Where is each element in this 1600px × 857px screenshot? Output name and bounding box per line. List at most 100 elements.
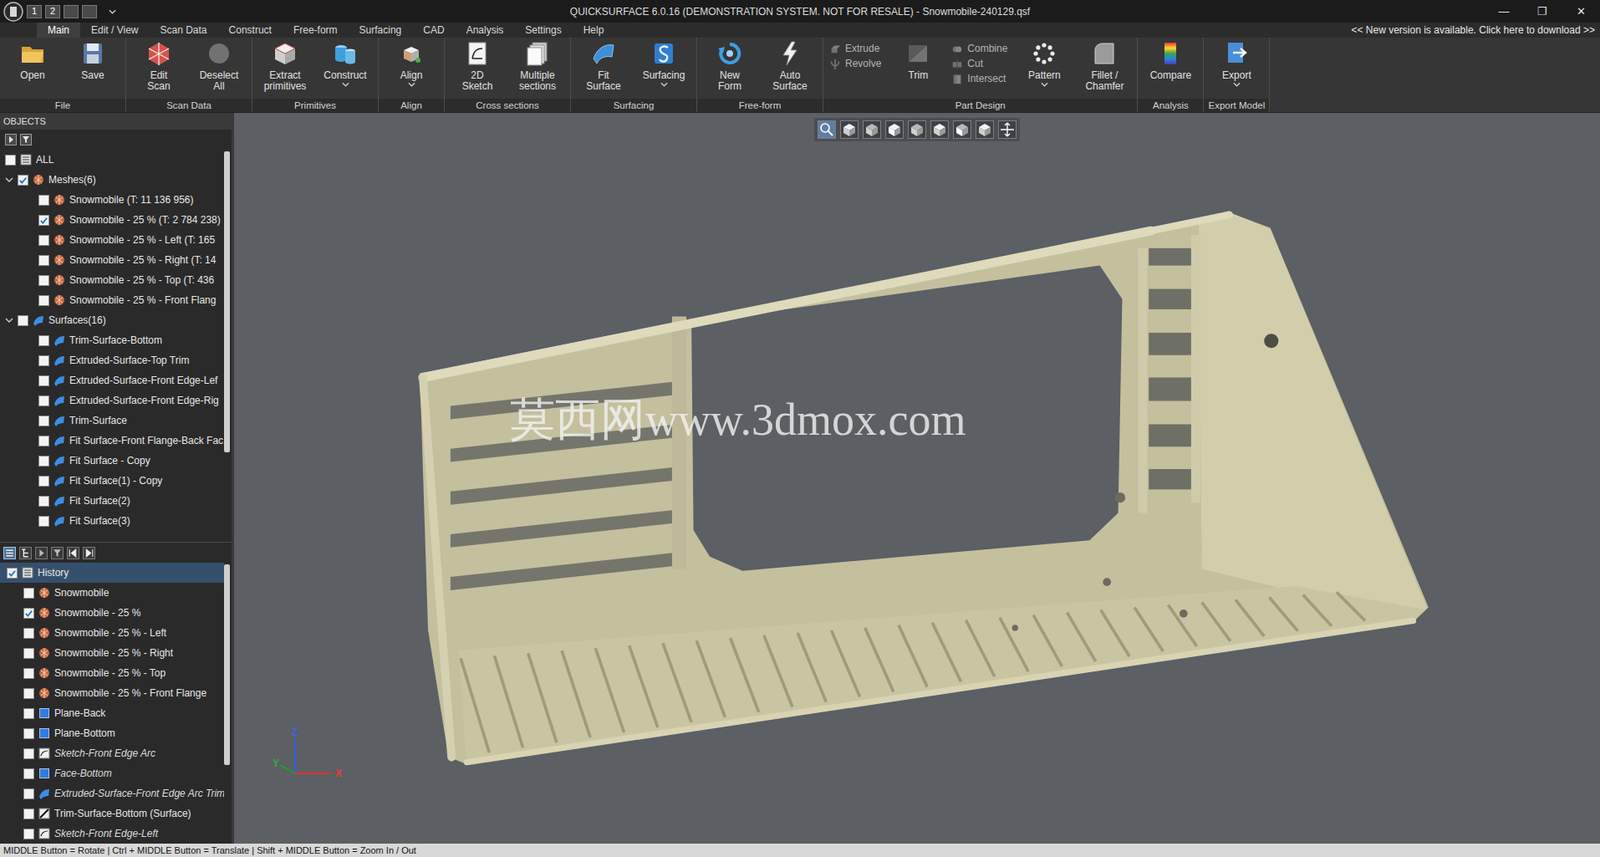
menu-tab[interactable]: Edit / View (80, 22, 149, 38)
view-button-icon[interactable] (952, 120, 973, 139)
ribbon-button[interactable]: Fillet /Chamfer (1075, 37, 1134, 92)
tree-row[interactable]: Snowmobile - 25 % - Left (T: 165 (0, 229, 225, 250)
view-button-icon[interactable] (907, 120, 928, 139)
quick-access-button[interactable]: 1 (26, 5, 42, 19)
scrollbar[interactable] (224, 562, 232, 844)
window-control-button[interactable]: ❐ (1523, 0, 1562, 23)
tree-row[interactable]: Fit Surface(2) (0, 490, 225, 511)
ribbon-small-button[interactable]: Revolve (826, 56, 884, 72)
view-button-icon[interactable] (997, 120, 1018, 139)
tree-row[interactable]: Snowmobile - 25 % - Right (T: 14 (0, 249, 225, 271)
window-control-button[interactable]: — (1484, 0, 1524, 23)
ribbon-small-button[interactable]: Intersect (948, 71, 1010, 87)
viewport[interactable]: 莫西网www.3dmox.comZYX (234, 112, 1600, 844)
update-notice-link[interactable]: << New version is available. Click here … (1351, 22, 1600, 38)
ribbon-button[interactable]: Multiplesections (508, 37, 567, 92)
ribbon-button[interactable]: Extractprimitives (255, 37, 315, 92)
ribbon-button[interactable]: Construct (315, 37, 375, 87)
checkbox[interactable] (23, 627, 35, 639)
ribbon-small-button[interactable]: Combine (948, 40, 1010, 57)
history-tool-icon[interactable] (50, 546, 64, 560)
checkbox[interactable] (23, 828, 35, 840)
checkbox[interactable] (38, 214, 50, 226)
tree-row[interactable]: Snowmobile - 25 % - Top (T: 436 (0, 270, 225, 291)
checkbox[interactable] (38, 435, 50, 447)
ribbon-button[interactable]: EditScan (129, 37, 189, 92)
menu-tab[interactable]: Help (572, 22, 616, 38)
scrollbar[interactable] (224, 149, 232, 531)
checkbox[interactable] (23, 708, 35, 719)
ribbon-button[interactable]: Trim (888, 37, 948, 82)
checkbox[interactable] (38, 335, 50, 347)
view-button-icon[interactable] (839, 120, 860, 139)
ribbon-button[interactable]: Align (382, 37, 441, 87)
history-row[interactable]: Trim-Surface-Bottom (Surface) (0, 803, 225, 824)
history-tool-icon[interactable] (19, 546, 32, 560)
ribbon-button[interactable]: Compare (1141, 37, 1200, 82)
checkbox[interactable] (23, 667, 35, 679)
history-tool-icon[interactable] (66, 546, 80, 560)
checkbox[interactable] (38, 375, 50, 387)
history-row[interactable]: Snowmobile - 25 % - Right (0, 642, 225, 663)
history-row[interactable]: Face-Bottom (0, 763, 225, 784)
quick-access-button[interactable] (63, 5, 79, 19)
checkbox[interactable] (23, 587, 35, 599)
history-tool-icon[interactable] (3, 546, 16, 560)
checkbox[interactable] (38, 355, 50, 367)
ribbon-button[interactable]: 2DSketch (448, 37, 507, 92)
view-button-icon[interactable] (974, 120, 995, 139)
tree-row[interactable]: Trim-Surface (0, 410, 225, 431)
checkbox[interactable] (17, 315, 29, 327)
menu-tab[interactable]: CAD (412, 22, 455, 38)
view-button-icon[interactable] (861, 120, 882, 139)
checkbox[interactable] (6, 567, 18, 579)
menu-tab[interactable]: Scan Data (149, 22, 219, 38)
history-row[interactable]: Sketch-Front Edge Arc (0, 743, 225, 764)
history-row[interactable]: Snowmobile - 25 % - Top (0, 662, 225, 683)
ribbon-small-button[interactable]: Extrude (826, 40, 884, 57)
menu-tab[interactable]: Free-form (282, 22, 349, 38)
tree-row[interactable]: Trim-Surface-Bottom (0, 330, 225, 351)
tree-row[interactable]: Meshes(6) (0, 169, 225, 190)
tree-row[interactable]: Extruded-Surface-Front Edge-Rig (0, 390, 225, 411)
quick-access-button[interactable] (81, 5, 97, 19)
checkbox[interactable] (38, 475, 50, 487)
filter-icon[interactable] (20, 133, 32, 146)
window-control-button[interactable]: ✕ (1561, 0, 1600, 23)
checkbox[interactable] (38, 415, 50, 427)
history-row[interactable]: Snowmobile - 25 % - Front Flange (0, 682, 225, 704)
tree-row[interactable]: Snowmobile (T: 11 136 956) (0, 189, 225, 210)
checkbox[interactable] (38, 295, 50, 306)
checkbox[interactable] (17, 174, 29, 186)
checkbox[interactable] (23, 808, 35, 820)
history-row[interactable]: Snowmobile (0, 582, 225, 603)
ribbon-button[interactable]: DeselectAll (189, 37, 249, 92)
tree-row[interactable]: Fit Surface - Copy (0, 450, 225, 471)
checkbox[interactable] (38, 254, 50, 266)
ribbon-button[interactable]: Open (3, 37, 62, 82)
quick-access-button[interactable]: 2 (45, 5, 61, 19)
checkbox[interactable] (23, 768, 35, 780)
checkbox[interactable] (38, 515, 50, 527)
tree-row[interactable]: Fit Surface(1) - Copy (0, 470, 225, 491)
checkbox[interactable] (38, 194, 50, 206)
history-tool-icon[interactable] (35, 546, 48, 560)
history-row[interactable]: History (0, 562, 225, 583)
tree-row[interactable]: Extruded-Surface-Front Edge-Lef (0, 370, 225, 391)
checkbox[interactable] (38, 455, 50, 467)
history-row[interactable]: Snowmobile - 25 % - Left (0, 622, 225, 643)
menu-tab[interactable]: Main (36, 22, 81, 38)
tree-row[interactable]: Fit Surface-Front Flange-Back Fac (0, 430, 225, 451)
ribbon-button[interactable]: NewForm (700, 37, 760, 92)
tree-row[interactable]: Snowmobile - 25 % - Front Flang (0, 290, 225, 311)
ribbon-button[interactable]: Surfacing (634, 37, 693, 87)
checkbox[interactable] (38, 234, 50, 246)
history-row[interactable]: Extruded-Surface-Front Edge Arc Trim (0, 783, 225, 804)
panel-splitter[interactable] (0, 530, 232, 543)
tree-row[interactable]: Fit Surface(3) (0, 510, 225, 531)
expander-icon[interactable] (5, 175, 14, 184)
tree-row[interactable]: Extruded-Surface-Top Trim (0, 350, 225, 371)
menu-tab[interactable]: Construct (218, 22, 283, 38)
menu-tab[interactable]: Analysis (455, 22, 515, 38)
view-button-icon[interactable] (929, 120, 950, 139)
